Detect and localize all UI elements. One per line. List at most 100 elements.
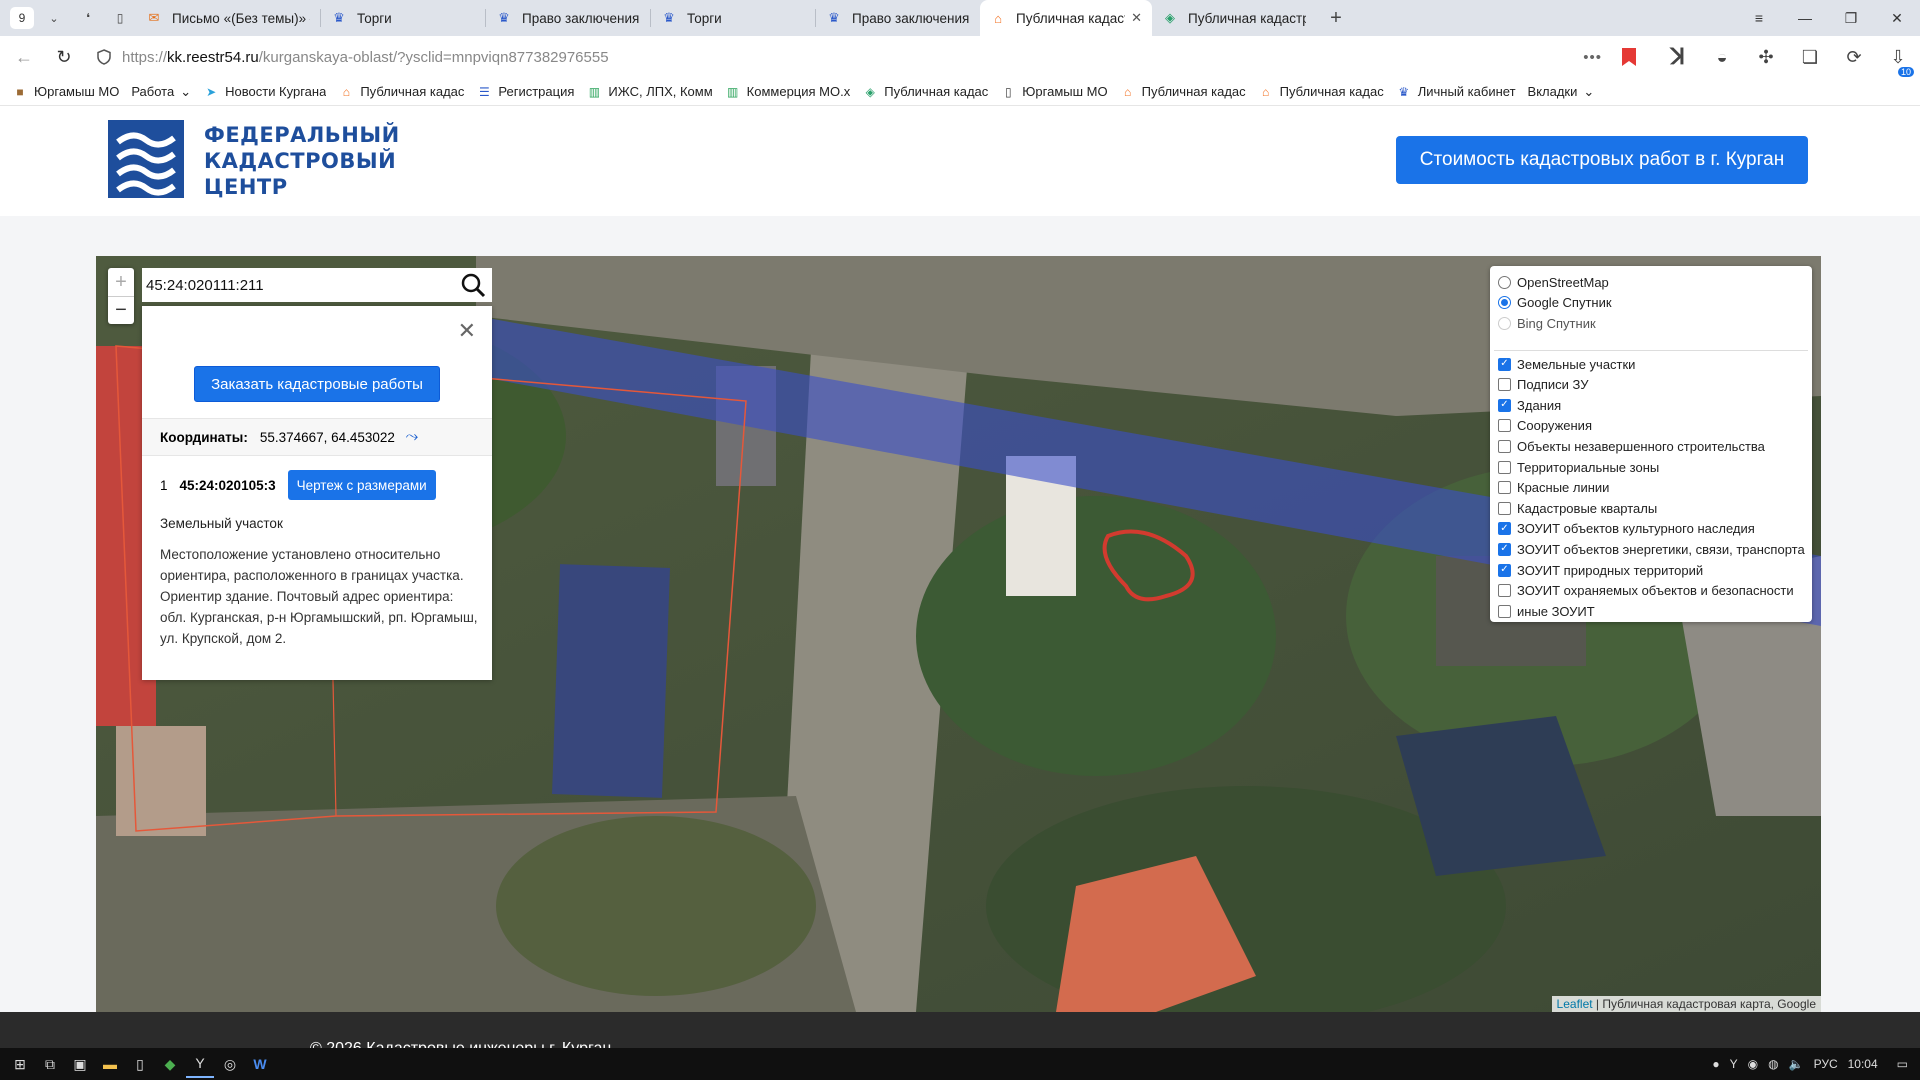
extension-sync-icon[interactable]: ⟳ bbox=[1832, 47, 1876, 68]
tabs-list-icon[interactable]: ≡ bbox=[1736, 0, 1782, 36]
new-tab-button[interactable]: + bbox=[1322, 4, 1350, 32]
browser-tab[interactable]: ✉ Письмо «(Без темы)» — Н bbox=[136, 0, 320, 36]
bookmark-item[interactable]: Вкладки ⌄ bbox=[1528, 84, 1595, 100]
word-icon[interactable]: W bbox=[246, 1050, 274, 1078]
file-explorer-icon[interactable]: ▬ bbox=[96, 1050, 124, 1078]
basemap-radio[interactable] bbox=[1498, 296, 1511, 309]
collections-icon[interactable]: ❏ bbox=[1788, 47, 1832, 68]
layer-option[interactable]: Территориальные зоны bbox=[1498, 457, 1659, 477]
layer-checkbox[interactable]: ✓ bbox=[1498, 398, 1511, 412]
browser-tab[interactable]: ♛ Право заключения догов bbox=[486, 0, 650, 36]
tray-volume-icon[interactable]: 🔈 bbox=[1789, 1057, 1804, 1071]
zoom-in-button[interactable]: + bbox=[108, 268, 134, 296]
layer-option[interactable]: Сооружения bbox=[1498, 416, 1592, 436]
bookmark-item[interactable]: ☰ Регистрация bbox=[476, 84, 574, 100]
extension-k-icon[interactable]: ꓘ bbox=[1656, 44, 1700, 70]
back-icon[interactable]: ← bbox=[8, 41, 40, 73]
save-app-icon[interactable]: ▣ bbox=[66, 1050, 94, 1078]
layer-option[interactable]: Подписи ЗУ bbox=[1498, 375, 1589, 395]
tray-app-icon[interactable]: ● bbox=[1712, 1057, 1719, 1071]
browser-tab[interactable]: ♛ Торги bbox=[321, 0, 485, 36]
tray-antivirus-icon[interactable]: ◉ bbox=[1748, 1057, 1758, 1071]
route-icon[interactable]: ⤳ bbox=[403, 428, 421, 446]
layer-checkbox[interactable] bbox=[1498, 604, 1511, 618]
restore-icon[interactable]: ❐ bbox=[1828, 0, 1874, 36]
tabs-menu-chevron-icon[interactable]: ⌄ bbox=[42, 6, 66, 30]
extensions-puzzle-icon[interactable]: ✣ bbox=[1744, 47, 1788, 68]
layer-option[interactable]: ✓ ЗОУИТ объектов энергетики, связи, транс… bbox=[1498, 539, 1805, 559]
layer-checkbox[interactable] bbox=[1498, 419, 1511, 433]
layer-checkbox[interactable] bbox=[1498, 439, 1511, 453]
tab-counter[interactable]: 9 bbox=[10, 7, 34, 29]
notepad-icon[interactable]: ▯ bbox=[126, 1050, 154, 1078]
tray-yandex-icon[interactable]: Y bbox=[1730, 1057, 1738, 1071]
site-security-icon[interactable] bbox=[94, 47, 114, 67]
leaflet-link[interactable]: Leaflet bbox=[1557, 997, 1593, 1011]
basemap-option[interactable]: OpenStreetMap bbox=[1498, 272, 1609, 292]
downloads-icon[interactable]: ⇩ 10 bbox=[1876, 47, 1920, 77]
layer-option[interactable]: ЗОУИТ охраняемых объектов и безопасности bbox=[1498, 581, 1794, 601]
extension-hat-icon[interactable]: ◒ bbox=[1700, 47, 1744, 68]
bookmark-item[interactable]: ▥ ИЖС, ЛПХ, Комм bbox=[586, 84, 713, 100]
bookmark-item[interactable]: ⌂ Публичная кадас bbox=[1258, 84, 1384, 100]
drawing-button[interactable]: Чертеж с размерами bbox=[287, 470, 436, 500]
bookmark-item[interactable]: ■ Юргамыш МО bbox=[12, 84, 119, 100]
layer-option[interactable]: ✓ Земельные участки bbox=[1498, 354, 1635, 374]
layer-checkbox[interactable]: ✓ bbox=[1498, 542, 1511, 556]
layer-option[interactable]: иные ЗОУИТ bbox=[1498, 601, 1595, 621]
close-tab-icon[interactable]: ✕ bbox=[1131, 10, 1142, 26]
layer-option[interactable]: ✓ ЗОУИТ природных территорий bbox=[1498, 560, 1703, 580]
basemap-radio[interactable] bbox=[1498, 275, 1511, 289]
search-icon[interactable] bbox=[460, 272, 486, 298]
layer-checkbox[interactable] bbox=[1498, 501, 1511, 515]
bookmark-item[interactable]: ⌂ Публичная кадас bbox=[1120, 84, 1246, 100]
yandex-browser-icon[interactable]: Y bbox=[186, 1050, 214, 1078]
shield-app-icon[interactable]: ◆ bbox=[156, 1050, 184, 1078]
start-icon[interactable]: ⊞ bbox=[6, 1050, 34, 1078]
layer-checkbox[interactable] bbox=[1498, 584, 1511, 598]
notifications-icon[interactable]: ▭ bbox=[1897, 1057, 1908, 1071]
zoom-out-button[interactable]: − bbox=[108, 296, 134, 324]
layer-checkbox[interactable] bbox=[1498, 378, 1511, 392]
pinned-tab-icon[interactable]: ❛ bbox=[78, 11, 98, 25]
tray-network-icon[interactable]: ◍ bbox=[1768, 1057, 1778, 1071]
layer-checkbox[interactable] bbox=[1498, 481, 1511, 495]
search-input[interactable] bbox=[146, 276, 446, 294]
layer-option[interactable]: Кадастровые кварталы bbox=[1498, 498, 1657, 518]
bookmark-item[interactable]: ▥ Коммерция МО.х bbox=[725, 84, 850, 100]
layer-option[interactable]: Объекты незавершенного строительства bbox=[1498, 436, 1765, 456]
tray-lang[interactable]: РУС bbox=[1814, 1057, 1838, 1071]
more-icon[interactable]: ••• bbox=[1583, 49, 1602, 66]
layer-checkbox[interactable] bbox=[1498, 460, 1511, 474]
reload-icon[interactable]: ↻ bbox=[48, 41, 80, 73]
browser-tab[interactable]: ◈ Публичная кадастровая к bbox=[1152, 0, 1316, 36]
page-icon[interactable]: ▯ bbox=[110, 11, 130, 25]
record-number[interactable]: 45:24:020105:3 bbox=[180, 478, 276, 493]
map-container[interactable]: + − ✕ Заказать кадастровые работы Коорди… bbox=[96, 256, 1821, 1012]
logo-text[interactable]: ФЕДЕРАЛЬНЫЙ КАДАСТРОВЫЙ ЦЕНТР bbox=[204, 122, 400, 200]
order-cadastral-works-button[interactable]: Заказать кадастровые работы bbox=[194, 366, 440, 402]
bookmark-icon[interactable] bbox=[1622, 48, 1636, 66]
layer-option[interactable]: ✓ Здания bbox=[1498, 395, 1561, 415]
layer-option[interactable]: Красные линии bbox=[1498, 478, 1609, 498]
browser-tab[interactable]: ♛ Торги bbox=[651, 0, 815, 36]
browser-tab[interactable]: ♛ Право заключения догов bbox=[816, 0, 980, 36]
browser-tab[interactable]: ⌂ Публичная кадастра ✕ bbox=[980, 0, 1152, 36]
pricing-button[interactable]: Стоимость кадастровых работ в г. Курган bbox=[1396, 136, 1808, 184]
bookmark-item[interactable]: Работа ⌄ bbox=[131, 84, 191, 100]
chrome-icon[interactable]: ◎ bbox=[216, 1050, 244, 1078]
layer-option[interactable]: ✓ ЗОУИТ объектов культурного наследия bbox=[1498, 519, 1755, 539]
url-field[interactable]: https://kk.reestr54.ru/kurganskaya-oblas… bbox=[90, 40, 1650, 74]
bookmark-item[interactable]: ⌂ Публичная кадас bbox=[338, 84, 465, 100]
bookmark-item[interactable]: ♛ Личный кабинет bbox=[1396, 84, 1515, 100]
close-window-icon[interactable]: ✕ bbox=[1874, 0, 1920, 36]
minimize-icon[interactable]: — bbox=[1782, 0, 1828, 36]
bookmark-item[interactable]: ▯ Юргамыш МО bbox=[1000, 84, 1108, 100]
layer-checkbox[interactable]: ✓ bbox=[1498, 563, 1511, 577]
bookmark-item[interactable]: ➤ Новости Кургана bbox=[203, 84, 326, 100]
layer-checkbox[interactable]: ✓ bbox=[1498, 357, 1511, 371]
task-view-icon[interactable]: ⧉ bbox=[36, 1050, 64, 1078]
layer-checkbox[interactable]: ✓ bbox=[1498, 522, 1511, 536]
close-icon[interactable]: ✕ bbox=[458, 318, 476, 344]
basemap-option[interactable]: Google Спутник bbox=[1498, 293, 1612, 313]
